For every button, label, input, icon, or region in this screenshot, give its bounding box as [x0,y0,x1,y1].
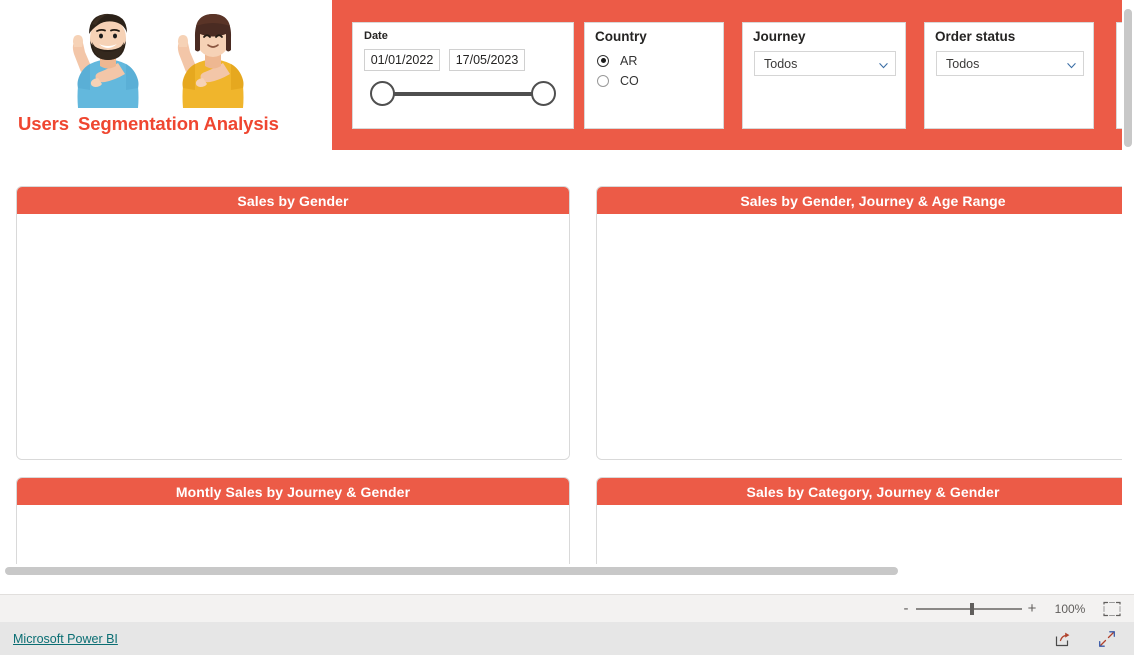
zoom-slider[interactable] [916,601,1022,617]
card-title: Sales by Gender, Journey & Age Range [597,187,1122,214]
date-end-input[interactable]: 17/05/2023 [449,49,525,71]
date-start-input[interactable]: 01/01/2022 [364,49,440,71]
country-radio-list: AR CO [597,51,639,91]
page-title: Users Segmentation Analysis [18,113,318,135]
horizontal-scrollbar[interactable] [0,564,1122,578]
card-sales-by-gender-journey-age: Sales by Gender, Journey & Age Range [596,186,1122,460]
card-sales-by-gender: Sales by Gender [16,186,570,460]
page-title-part1: Users [18,113,69,134]
share-icon[interactable] [1054,630,1072,648]
zoom-slider-thumb[interactable] [970,602,974,615]
chart-area-sales-by-gender-journey-age [597,214,1122,459]
slicer-journey[interactable]: Journey Todos [742,22,906,129]
date-slider-handle-start[interactable] [370,81,395,106]
vertical-scrollbar-thumb[interactable] [1124,9,1132,147]
radio-icon [597,54,609,67]
report-footer: Microsoft Power BI [0,622,1134,655]
country-option-ar[interactable]: AR [597,51,639,70]
zoom-slider-track [916,608,1022,610]
chevron-down-icon [878,58,889,69]
footer-action-group [1054,630,1134,648]
avatar-male-pointing [62,8,154,108]
slicer-order-status-label: Order status [935,29,1016,44]
avatar-group [62,8,262,108]
order-status-dropdown-value: Todos [946,56,980,71]
powerbi-link[interactable]: Microsoft Power BI [13,632,118,646]
date-slider-handle-end[interactable] [531,81,556,106]
slicer-journey-label: Journey [753,29,806,44]
country-option-co[interactable]: CO [597,71,639,90]
date-range-inputs: 01/01/2022 17/05/2023 [364,49,525,71]
page-title-part2: Segmentation Analysis [77,113,279,134]
slicer-order-status[interactable]: Order status Todos [924,22,1094,129]
chart-area-sales-by-gender [17,214,569,459]
card-title: Sales by Gender [17,187,569,214]
radio-icon [597,74,609,87]
date-slider-track [382,92,546,96]
slicer-date[interactable]: Date 01/01/2022 17/05/2023 [352,22,574,129]
vertical-scrollbar[interactable] [1122,0,1134,578]
avatar-female-pointing [167,8,259,108]
card-monthly-sales-by-journey-gender: Montly Sales by Journey & Gender [16,477,570,578]
country-option-co-label: CO [620,73,639,88]
report-canvas: Users Segmentation Analysis Date 01/01/2… [0,0,1122,578]
fit-to-page-icon[interactable] [1102,601,1122,617]
card-title: Montly Sales by Journey & Gender [17,478,569,505]
zoom-in-button[interactable]: + [1024,601,1040,616]
card-sales-by-category-journey-gender: Sales by Category, Journey & Gender [596,477,1122,578]
fullscreen-icon[interactable] [1098,630,1116,648]
powerbi-report-viewer: Users Segmentation Analysis Date 01/01/2… [0,0,1134,655]
journey-dropdown[interactable]: Todos [754,51,896,76]
zoom-percent-label: 100% [1054,601,1086,616]
chevron-down-icon [1066,58,1077,69]
slicer-country[interactable]: Country AR CO [584,22,724,129]
report-title-block: Users Segmentation Analysis [0,0,332,152]
slicer-country-label: Country [595,29,647,44]
filter-bar: Date 01/01/2022 17/05/2023 Country AR CO… [332,0,1122,150]
slicer-date-label: Date [364,30,388,42]
card-title: Sales by Category, Journey & Gender [597,478,1122,505]
horizontal-scrollbar-thumb[interactable] [5,567,898,575]
journey-dropdown-value: Todos [764,56,798,71]
date-range-slider[interactable] [370,81,557,107]
zoom-out-button[interactable]: - [898,601,914,616]
zoom-toolbar: - + 100% [0,594,1134,622]
country-option-ar-label: AR [620,53,638,68]
order-status-dropdown[interactable]: Todos [936,51,1084,76]
